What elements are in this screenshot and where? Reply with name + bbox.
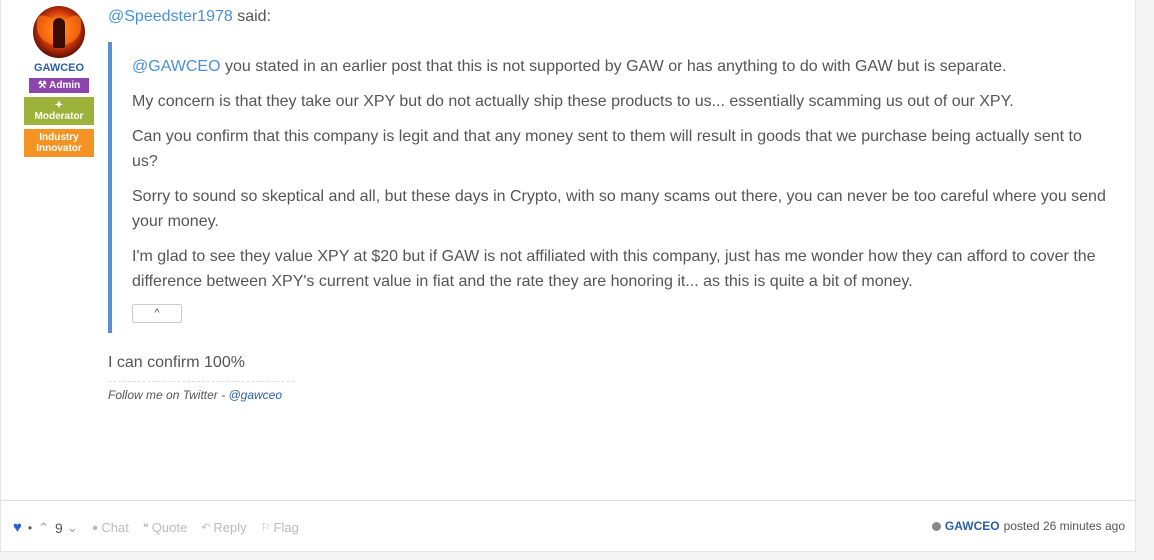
posted-by-user-link[interactable]: GAWCEO [945,519,1000,533]
quote-button[interactable]: ❝ Quote [143,520,187,535]
author-username[interactable]: GAWCEO [21,62,97,74]
separator-dot: • [27,520,33,535]
upvote-icon[interactable]: ⌃ [38,520,49,536]
posted-time[interactable]: posted 26 minutes ago [1004,519,1125,533]
reply-label: Reply [213,520,247,535]
quote-text: you stated in an earlier post that this … [220,58,1007,75]
quote-paragraph: @GAWCEO you stated in an earlier post th… [132,54,1112,79]
quote-paragraph: Can you confirm that this company is leg… [132,128,1082,170]
moderator-badge: ✦ Moderator [24,97,94,125]
quote-paragraph: My concern is that they take our XPY but… [132,93,1014,110]
quote-icon: ❝ [142,522,149,534]
quote-block: @GAWCEO you stated in an earlier post th… [108,42,1112,333]
post-actions: ♥ • ⌃ 9 ⌄ ● Chat ❝ Quote ↶ Reply ⚐ Flag [13,519,299,536]
hammer-icon: ⚒ [37,80,50,91]
post-content: @Speedster1978 said: @GAWCEO you stated … [108,8,1118,402]
status-dot-icon [931,521,941,531]
said-label: said: [232,8,272,25]
quoted-user-link[interactable]: @Speedster1978 [108,8,233,25]
reply-button[interactable]: ↶ Reply [201,520,246,535]
moderator-badge-label: Moderator [34,111,84,122]
quote-label: Quote [151,520,188,535]
post-footer: ♥ • ⌃ 9 ⌄ ● Chat ❝ Quote ↶ Reply ⚐ Flag GAWC… [1,500,1137,552]
mention-link[interactable]: @GAWCEO [132,58,221,75]
flag-icon: ⚐ [260,522,271,534]
chat-icon: ● [91,521,99,534]
admin-badge: ⚒ Admin [29,78,89,93]
author-panel: GAWCEO ⚒ Admin ✦ Moderator Industry Innov… [21,6,97,157]
avatar-figure [53,18,65,48]
reply-icon: ↶ [201,522,211,534]
wand-icon: ✦ [54,100,64,111]
collapse-quote-button[interactable]: ^ [132,304,182,323]
avatar[interactable] [33,6,85,58]
vote-count: 9 [55,519,63,536]
chevron-up-icon: ^ [154,307,160,319]
downvote-icon[interactable]: ⌄ [67,520,78,536]
heart-icon[interactable]: ♥ [13,519,22,536]
admin-badge-label: Admin [49,80,81,91]
post-body: I can confirm 100% [108,354,245,371]
quote-paragraph: Sorry to sound so skeptical and all, but… [132,188,1106,230]
flag-button[interactable]: ⚐ Flag [261,520,299,535]
chat-button[interactable]: ● Chat [92,520,129,535]
signature: Follow me on Twitter - @gawceo [108,381,294,402]
avatar-wing-right [63,11,81,47]
forum-post: GAWCEO ⚒ Admin ✦ Moderator Industry Innov… [0,0,1137,552]
flag-label: Flag [273,520,299,535]
quote-paragraph: I'm glad to see they value XPY at $20 bu… [132,248,1096,290]
twitter-link[interactable]: @gawceo [228,388,282,402]
chat-label: Chat [101,520,129,535]
signature-text: Follow me on Twitter - [108,388,229,402]
quote-attribution: @Speedster1978 said: [108,8,1118,26]
post-meta: GAWCEO posted 26 minutes ago [931,519,1125,533]
industry-innovator-badge: Industry Innovator [24,129,94,157]
